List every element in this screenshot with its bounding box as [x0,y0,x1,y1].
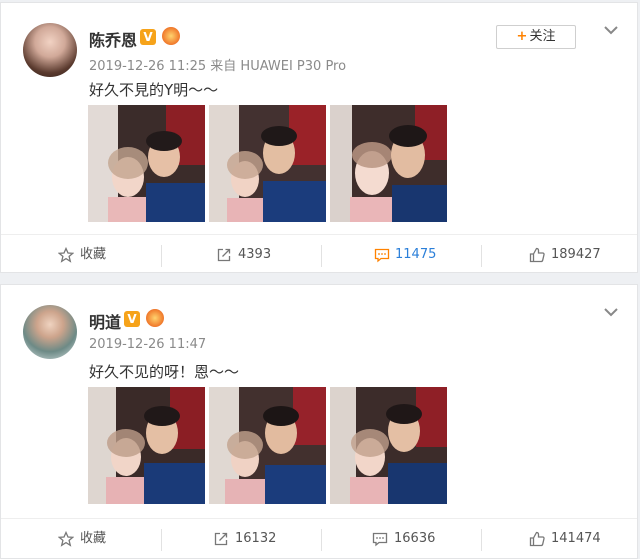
star-icon [58,247,74,263]
post-text: 好久不见的呀！恩～～ [89,363,240,381]
share-icon [217,248,231,262]
action-bar: 收藏 4393 11475 189427 [1,234,637,275]
like-count: 141474 [551,531,601,546]
favorite-button[interactable]: 收藏 [1,235,161,275]
follow-label: 关注 [529,29,556,44]
repost-button[interactable]: 16132 [161,519,321,559]
comment-count: 16636 [394,531,436,546]
action-bar: 收藏 16132 16636 141474 [1,518,637,559]
like-button[interactable]: 189427 [481,235,640,275]
favorite-button[interactable]: 收藏 [1,519,161,559]
post-text: 好久不見的Y明～～ [89,81,219,99]
like-icon [529,531,545,547]
post-photo[interactable] [330,387,447,504]
post-photo[interactable] [330,105,447,222]
comment-button[interactable]: 11475 [321,235,481,275]
like-count: 189427 [551,247,601,262]
author-name[interactable]: 陈乔恩 [89,27,137,51]
post-timestamp[interactable]: 2019-12-26 11:25 [89,59,206,74]
repost-count: 16132 [235,531,277,546]
post-meta: 2019-12-26 11:25 来自 HUAWEI P30 Pro [89,55,346,74]
post-meta: 2019-12-26 11:47 [89,337,206,352]
like-button[interactable]: 141474 [481,519,640,559]
post-photo[interactable] [88,105,205,222]
post-photo[interactable] [88,387,205,504]
photo-grid [88,105,448,222]
verified-badge-icon: V [140,29,156,45]
plus-icon: + [516,29,528,44]
avatar[interactable] [23,305,77,359]
avatar[interactable] [23,23,77,77]
post-photo[interactable] [209,387,326,504]
comment-count: 11475 [395,247,437,262]
chevron-down-icon[interactable] [603,22,619,38]
author-name[interactable]: 明道 [89,309,121,333]
follow-button[interactable]: + 关注 [496,25,576,49]
post-timestamp[interactable]: 2019-12-26 11:47 [89,337,206,352]
post-photo[interactable] [209,105,326,222]
member-badge-icon [146,309,164,327]
favorite-label: 收藏 [80,531,107,546]
star-icon [58,531,74,547]
share-icon [214,532,228,546]
favorite-label: 收藏 [80,247,107,262]
repost-count: 4393 [238,247,272,262]
weibo-post-card: 明道 V 2019-12-26 11:47 好久不见的呀！恩～～ 收藏 1613… [0,284,638,559]
comment-button[interactable]: 16636 [321,519,481,559]
verified-badge-icon: V [124,311,140,327]
comment-icon [374,248,390,263]
repost-button[interactable]: 4393 [161,235,321,275]
post-source: 来自 HUAWEI P30 Pro [210,59,347,74]
member-badge-icon [162,27,180,45]
comment-icon [372,532,388,547]
chevron-down-icon[interactable] [603,304,619,320]
like-icon [529,247,545,263]
photo-grid [88,387,448,504]
weibo-post-card: 陈乔恩 V 2019-12-26 11:25 来自 HUAWEI P30 Pro… [0,2,638,273]
